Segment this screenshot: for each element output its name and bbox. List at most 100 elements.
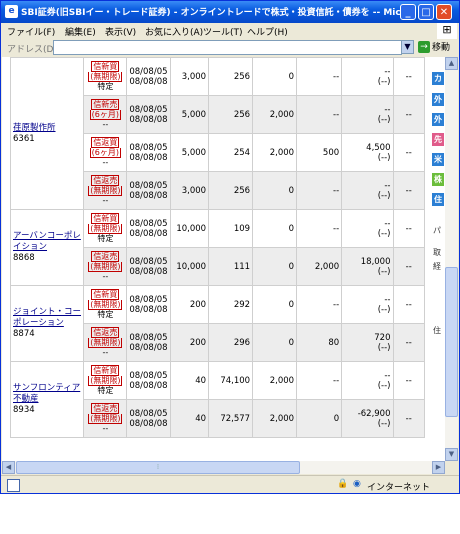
order-date: 08/08/05 [129, 256, 168, 267]
stock-code: 8934 [13, 405, 35, 415]
maximize-button[interactable]: □ [418, 4, 434, 20]
trade-type-cell: 信返買 (6ヶ月) -- [83, 133, 128, 172]
window-title: SBI証券(旧SBIイー・トレード証券) - オンライントレードで株式・投資信託… [21, 8, 411, 18]
stock-code: 8868 [13, 253, 35, 263]
trade-type-badge: 信新買 [91, 61, 120, 72]
status-bar: 🔒 ◉ インターネット [1, 475, 459, 493]
side-promo-item[interactable]: カ [432, 72, 444, 85]
ie-icon: e [5, 5, 18, 18]
last-cell: -- [392, 171, 425, 210]
trade-type-badge: 信返売 [91, 175, 120, 186]
date-cell: 08/08/05 08/08/08 [126, 95, 172, 134]
price-cell: 256 [208, 171, 254, 210]
profit-loss-sub: (--) [377, 342, 391, 353]
order-date: 08/08/05 [129, 66, 168, 77]
menu-edit[interactable]: 編集(E) [65, 25, 96, 38]
trade-type-badge: 信返買 [91, 137, 120, 148]
settle-date: 08/08/08 [129, 266, 168, 277]
profit-loss-cell: -62,900 (--) [341, 399, 394, 438]
trade-type-cell: 信返売 (無期限) -- [83, 171, 128, 210]
tax-type: -- [102, 348, 109, 357]
vertical-scroll-thumb[interactable] [445, 267, 458, 417]
trade-term-badge: (無期限) [88, 224, 123, 234]
profit-loss-sub: (--) [377, 266, 391, 277]
stock-name-link[interactable]: ジョイント・コーポレーション [13, 307, 81, 329]
menu-view[interactable]: 表示(V) [105, 25, 136, 38]
quantity-cell: 40 [170, 361, 210, 400]
stock-name-link[interactable]: サンフロンティア不動産 [13, 383, 81, 405]
title-bar[interactable]: e SBI証券(旧SBIイー・トレード証券) - オンライントレードで株式・投資… [1, 1, 459, 23]
tax-type: -- [102, 158, 109, 167]
quantity-cell: 5,000 [170, 95, 210, 134]
scroll-left-icon[interactable]: ◀ [2, 461, 15, 474]
quantity-cell: 40 [170, 399, 210, 438]
menu-help[interactable]: ヘルプ(H) [247, 25, 288, 38]
menu-favorites[interactable]: お気に入り(A) [145, 25, 203, 38]
fee-cell: 2,000 [252, 133, 298, 172]
price-cell: 72,577 [208, 399, 254, 438]
horizontal-scrollbar[interactable]: ◀ ⁞ ▶ [2, 461, 445, 474]
address-dropdown-icon[interactable]: ▼ [401, 40, 414, 54]
trade-type-cell: 信返売 (無期限) -- [83, 399, 128, 438]
profit-loss-cell: 18,000 (--) [341, 247, 394, 286]
settle-date: 08/08/08 [129, 304, 168, 315]
trade-type-cell: 信新買 (無期限) 特定 [83, 209, 128, 248]
stock-name-cell: 荏原製作所 6361 [9, 57, 85, 210]
side-promo-item[interactable]: 株 [432, 173, 444, 186]
fee-cell: 2,000 [252, 361, 298, 400]
side-promo-item[interactable]: 先 [432, 133, 444, 146]
side-promo-item[interactable]: 外 [432, 113, 444, 126]
trade-term-badge: (無期限) [88, 186, 123, 196]
windows-logo-icon: ⊞ [437, 23, 457, 39]
quantity-cell: 200 [170, 285, 210, 324]
last-cell: -- [392, 57, 425, 96]
settle-date: 08/08/08 [129, 152, 168, 163]
side-promo-item[interactable]: 米 [432, 153, 444, 166]
fee-cell: 0 [252, 247, 298, 286]
order-date: 08/08/05 [129, 180, 168, 191]
profit-loss-sub: (--) [377, 380, 391, 391]
trade-type-cell: 信返売 (無期限) -- [83, 247, 128, 286]
profit-loss-sub: (--) [377, 190, 391, 201]
trade-term-badge: (無期限) [88, 376, 123, 386]
scroll-up-icon[interactable]: ▲ [445, 57, 458, 70]
side-promo-item[interactable]: 住 [432, 193, 444, 206]
close-button[interactable]: ✕ [436, 4, 452, 20]
trade-type-cell: 信新売 (6ヶ月) -- [83, 95, 128, 134]
trade-type-cell: 信返売 (無期限) -- [83, 323, 128, 362]
quantity-cell: 10,000 [170, 247, 210, 286]
fee-cell: 0 [252, 171, 298, 210]
menu-file[interactable]: ファイル(F) [7, 25, 55, 38]
profit-loss-value: -- [384, 370, 391, 381]
menu-tools[interactable]: ツール(T) [203, 25, 243, 38]
stock-name-link[interactable]: 荏原製作所 [13, 123, 81, 134]
trade-type-badge: 信返売 [91, 327, 120, 338]
settle-date: 08/08/08 [129, 114, 168, 125]
profit-loss-sub: (--) [377, 76, 391, 87]
vertical-scrollbar[interactable]: ▲ ▼ [445, 57, 458, 461]
scroll-down-icon[interactable]: ▼ [445, 448, 458, 461]
address-bar: アドレス(D) ▼ → 移動 [1, 39, 459, 55]
trade-term-badge: (無期限) [88, 72, 123, 82]
fee-cell: 2,000 [252, 399, 298, 438]
trade-term-badge: (無期限) [88, 414, 123, 424]
scroll-right-icon[interactable]: ▶ [432, 461, 445, 474]
minimize-button[interactable]: _ [400, 4, 416, 20]
stock-name-link[interactable]: アーバンコーポレイション [13, 231, 81, 253]
last-cell: -- [392, 95, 425, 134]
last-cell: -- [392, 323, 425, 362]
date-cell: 08/08/05 08/08/08 [126, 171, 172, 210]
side-promo-item[interactable]: 外 [432, 93, 444, 106]
address-label: アドレス(D) [7, 45, 57, 55]
profit-loss-value: -- [384, 66, 391, 77]
profit-loss-cell: 4,500 (--) [341, 133, 394, 172]
profit-loss-value: -- [384, 180, 391, 191]
profit-loss-cell: -- (--) [341, 57, 394, 96]
lock-icon: 🔒 [337, 479, 349, 489]
horizontal-scroll-thumb[interactable]: ⁞ [16, 461, 300, 474]
amount-cell: 500 [296, 133, 343, 172]
address-input[interactable] [53, 40, 402, 55]
go-button[interactable]: → 移動 [418, 40, 450, 53]
date-cell: 08/08/05 08/08/08 [126, 399, 172, 438]
order-date: 08/08/05 [129, 294, 168, 305]
